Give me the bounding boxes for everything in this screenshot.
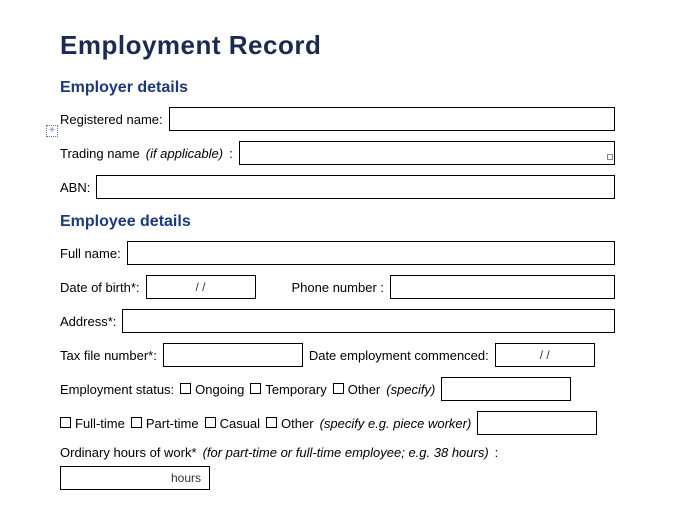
checkbox-icon bbox=[180, 383, 191, 394]
abn-field[interactable] bbox=[96, 175, 615, 199]
employee-details-section: Employee details Full name: Date of birt… bbox=[60, 213, 615, 490]
trading-name-label: Trading name bbox=[60, 146, 140, 161]
full-name-field[interactable] bbox=[127, 241, 615, 265]
type-fulltime-label: Full-time bbox=[75, 416, 125, 431]
employment-status-row: Employment status: Ongoing Temporary Oth… bbox=[60, 377, 615, 401]
trading-name-note: (if applicable) bbox=[146, 146, 223, 161]
tfn-label: Tax file number*: bbox=[60, 348, 157, 363]
type-parttime-label: Part-time bbox=[146, 416, 199, 431]
registered-name-label: Registered name: bbox=[60, 112, 163, 127]
address-field[interactable] bbox=[122, 309, 615, 333]
employment-status-label: Employment status: bbox=[60, 382, 174, 397]
tfn-commenced-row: Tax file number*: Date employment commen… bbox=[60, 343, 615, 367]
type-other-option[interactable]: Other bbox=[266, 416, 314, 431]
checkbox-icon bbox=[205, 417, 216, 428]
phone-label: Phone number : bbox=[292, 280, 385, 295]
hours-field[interactable]: hours bbox=[60, 466, 210, 490]
abn-row: ABN: bbox=[60, 175, 615, 199]
commenced-placeholder: / / bbox=[540, 348, 550, 362]
checkbox-icon bbox=[266, 417, 277, 428]
resize-handle-icon bbox=[607, 154, 613, 160]
checkbox-icon bbox=[250, 383, 261, 394]
abn-label: ABN: bbox=[60, 180, 90, 195]
hours-label: Ordinary hours of work* bbox=[60, 445, 197, 460]
hours-note: (for part-time or full-time employee; e.… bbox=[203, 445, 489, 460]
full-name-row: Full name: bbox=[60, 241, 615, 265]
commenced-label: Date employment commenced: bbox=[309, 348, 489, 363]
trading-name-row: Trading name (if applicable) : bbox=[60, 141, 615, 165]
employer-details-section: Employer details Registered name: Tradin… bbox=[60, 79, 615, 199]
address-label: Address*: bbox=[60, 314, 116, 329]
status-ongoing-option[interactable]: Ongoing bbox=[180, 382, 244, 397]
type-casual-option[interactable]: Casual bbox=[205, 416, 260, 431]
page-title: Employment Record bbox=[60, 30, 615, 61]
phone-field[interactable] bbox=[390, 275, 615, 299]
registered-name-row: Registered name: bbox=[60, 107, 615, 131]
trading-name-colon: : bbox=[229, 146, 233, 161]
dob-field[interactable]: / / bbox=[146, 275, 256, 299]
status-other-field[interactable] bbox=[441, 377, 571, 401]
checkbox-icon bbox=[60, 417, 71, 428]
status-temporary-label: Temporary bbox=[265, 382, 326, 397]
table-anchor-icon: + bbox=[46, 125, 58, 137]
status-ongoing-label: Ongoing bbox=[195, 382, 244, 397]
type-other-label: Other bbox=[281, 416, 314, 431]
address-row: Address*: bbox=[60, 309, 615, 333]
dob-label: Date of birth*: bbox=[60, 280, 140, 295]
status-other-label: Other bbox=[348, 382, 381, 397]
status-other-note: (specify) bbox=[386, 382, 435, 397]
type-parttime-option[interactable]: Part-time bbox=[131, 416, 199, 431]
checkbox-icon bbox=[333, 383, 344, 394]
type-other-note: (specify e.g. piece worker) bbox=[320, 416, 472, 431]
registered-name-field[interactable] bbox=[169, 107, 615, 131]
type-other-field[interactable] bbox=[477, 411, 597, 435]
trading-name-field[interactable] bbox=[239, 141, 615, 165]
status-other-option[interactable]: Other bbox=[333, 382, 381, 397]
employer-details-heading: Employer details bbox=[60, 79, 615, 97]
hours-suffix: hours bbox=[171, 471, 201, 485]
employment-type-row: Full-time Part-time Casual Other (specif… bbox=[60, 411, 615, 435]
status-temporary-option[interactable]: Temporary bbox=[250, 382, 326, 397]
type-casual-label: Casual bbox=[220, 416, 260, 431]
hours-row: Ordinary hours of work* (for part-time o… bbox=[60, 445, 615, 490]
full-name-label: Full name: bbox=[60, 246, 121, 261]
checkbox-icon bbox=[131, 417, 142, 428]
commenced-field[interactable]: / / bbox=[495, 343, 595, 367]
employee-details-heading: Employee details bbox=[60, 213, 615, 231]
dob-placeholder: / / bbox=[195, 280, 205, 294]
dob-phone-row: Date of birth*: / / Phone number : bbox=[60, 275, 615, 299]
hours-colon: : bbox=[495, 445, 499, 460]
type-fulltime-option[interactable]: Full-time bbox=[60, 416, 125, 431]
tfn-field[interactable] bbox=[163, 343, 303, 367]
